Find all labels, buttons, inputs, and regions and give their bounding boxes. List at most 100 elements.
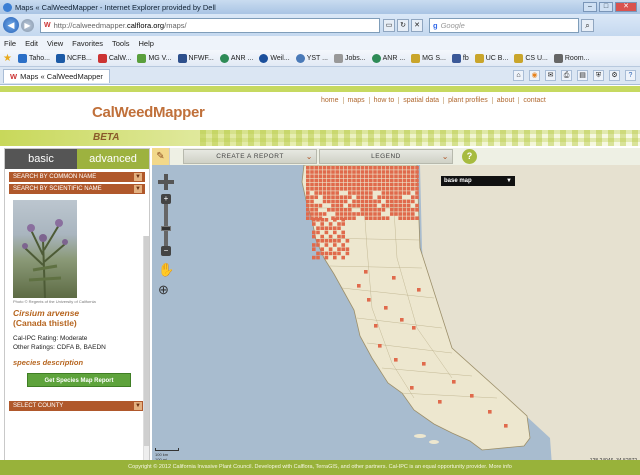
pencil-icon[interactable]: ✎ [152, 148, 170, 165]
occupied-cell [318, 203, 323, 208]
help-button[interactable]: ? [462, 149, 477, 164]
search-scientific-name-bar[interactable]: SEARCH BY SCIENTIFIC NAME ▼ [9, 184, 145, 194]
occupied-cell [352, 166, 356, 170]
occupied-cell [406, 182, 411, 187]
occupied-cell [406, 178, 411, 183]
menu-view[interactable]: View [47, 39, 63, 48]
occupied-cell [327, 191, 331, 195]
thistle-image [22, 219, 68, 298]
tools-menu-icon[interactable]: ⚙ [609, 70, 620, 81]
url-input[interactable]: W http://calweedmapper. calflora.org/maps… [40, 17, 380, 33]
get-species-map-report-button[interactable]: Get Species Map Report [27, 373, 131, 387]
maximize-icon[interactable]: □ [599, 2, 613, 12]
occupied-cell [337, 222, 341, 226]
forward-button[interactable]: ▶ [21, 18, 34, 32]
nav-maps[interactable]: maps [342, 97, 369, 104]
zoom-out-button[interactable]: − [161, 246, 171, 256]
menu-favorites[interactable]: Favorites [72, 39, 103, 48]
select-county-bar[interactable]: SELECT COUNTY ▼ [9, 401, 145, 411]
back-button[interactable]: ◀ [3, 17, 19, 33]
occupied-cell [331, 178, 335, 183]
hand-pan-icon[interactable]: ✋ [158, 262, 174, 278]
favorite-link[interactable]: Weil... [259, 53, 290, 63]
favorite-link[interactable]: Room... [553, 53, 589, 63]
occupied-cell [360, 174, 365, 178]
safety-menu-icon[interactable]: ⛨ [593, 70, 604, 81]
map-area[interactable]: ✎ CREATE A REPORT ⌄ LEGEND ⌄ ? base map … [152, 148, 640, 466]
close-icon[interactable]: ✕ [615, 2, 637, 12]
occupied-cell [394, 182, 398, 187]
search-icon[interactable]: ⌕ [581, 18, 594, 32]
zoom-slider[interactable] [161, 204, 171, 246]
favorite-link[interactable]: CalW... [97, 53, 131, 63]
browser-tab[interactable]: W Maps « CalWeedMapper [3, 68, 110, 83]
favorite-link[interactable]: CS U... [514, 53, 548, 63]
help-menu-icon[interactable]: ? [625, 70, 636, 81]
nav-how-to[interactable]: how to [368, 97, 399, 104]
favorite-link[interactable]: MG V... [137, 53, 172, 63]
occupied-cell [312, 243, 316, 247]
menu-file[interactable]: File [4, 39, 16, 48]
favorite-link[interactable]: YST ... [295, 53, 328, 63]
occupied-cell [385, 191, 390, 195]
occupied-cell [390, 199, 394, 204]
menu-edit[interactable]: Edit [25, 39, 38, 48]
favorite-link[interactable]: ANR ... [371, 53, 405, 63]
nav-spatial-data[interactable]: spatial data [398, 97, 443, 104]
favorite-link[interactable]: NFWF... [177, 53, 214, 63]
search-common-name-bar[interactable]: SEARCH BY COMMON NAME ▼ [9, 172, 145, 182]
tab-advanced[interactable]: advanced [77, 149, 149, 169]
occupied-cell [322, 178, 327, 183]
nav-about[interactable]: about [491, 97, 519, 104]
occupied-cell [415, 182, 419, 187]
nav-home[interactable]: home [321, 97, 343, 104]
pan-control-icon[interactable] [158, 174, 174, 190]
favorite-link[interactable]: UC B... [474, 53, 508, 63]
tab-basic[interactable]: basic [5, 149, 77, 169]
site-logo[interactable]: CalWeedMapper [92, 104, 205, 121]
legend-dropdown[interactable]: LEGEND ⌄ [319, 149, 453, 164]
occupied-cell [411, 174, 415, 178]
zoom-in-button[interactable]: + [161, 194, 171, 204]
occupied-cell [438, 400, 442, 404]
favorite-link[interactable]: Jobs... [333, 53, 366, 63]
occupied-cell [412, 326, 416, 330]
window-controls: – □ ✕ [583, 2, 640, 12]
favorite-link[interactable]: Taho... [17, 53, 50, 63]
base-map-select[interactable]: base map ▼ [441, 176, 515, 186]
favorite-link[interactable]: MG S... [411, 53, 446, 63]
sidebar-scrollbar[interactable] [143, 236, 149, 466]
print-icon[interactable]: ⎙ [561, 70, 572, 81]
occupied-cell [381, 182, 386, 187]
menu-help[interactable]: Help [139, 39, 154, 48]
occupied-cell [398, 178, 402, 183]
stop-icon[interactable]: ✕ [411, 18, 423, 32]
home-icon[interactable]: ⌂ [513, 70, 524, 81]
species-description-link[interactable]: species description [13, 358, 145, 367]
refresh-icon[interactable]: ↻ [397, 18, 409, 32]
occupied-cell [369, 212, 373, 216]
search-input[interactable]: g Google [429, 17, 579, 33]
occupied-cell [348, 182, 352, 187]
map-canvas[interactable] [152, 148, 640, 466]
rss-icon[interactable]: ◉ [529, 70, 540, 81]
favorite-link[interactable]: ANR ... [219, 53, 253, 63]
zoom-box-icon[interactable]: ⊕ [158, 282, 174, 298]
page-menu-icon[interactable]: ▤ [577, 70, 588, 81]
compat-view-icon[interactable]: ▭ [383, 18, 395, 32]
menu-tools[interactable]: Tools [112, 39, 130, 48]
occupied-cell [331, 199, 335, 204]
create-report-dropdown[interactable]: CREATE A REPORT ⌄ [183, 149, 317, 164]
occupied-cell [381, 170, 386, 174]
favorite-link[interactable]: fb [451, 53, 469, 63]
occupied-cell [385, 203, 390, 208]
favorite-link[interactable]: NCFB... [55, 53, 92, 63]
occupied-cell [322, 191, 327, 195]
mail-icon[interactable]: ✉ [545, 70, 556, 81]
favorites-star-icon[interactable]: ★ [3, 53, 12, 64]
minimize-icon[interactable]: – [583, 2, 597, 12]
nav-plant-profiles[interactable]: plant profiles [443, 97, 492, 104]
occupied-cell [335, 187, 339, 191]
chevron-down-icon: ▼ [134, 402, 142, 410]
nav-contact[interactable]: contact [518, 97, 550, 104]
